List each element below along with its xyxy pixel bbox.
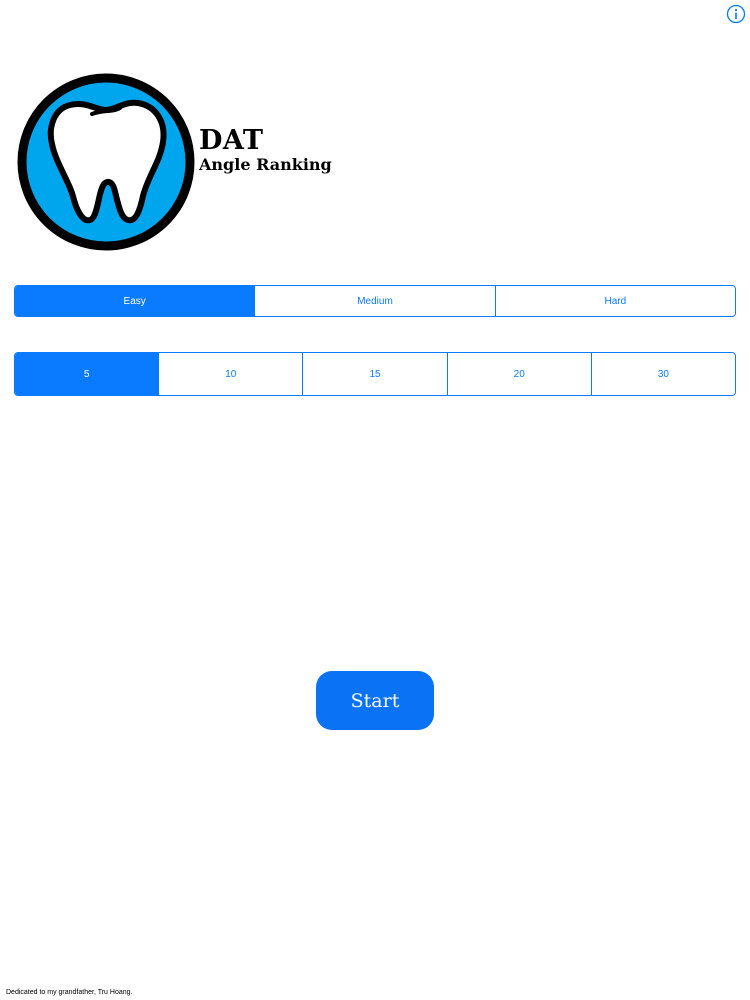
tooth-icon — [17, 73, 195, 251]
dedication-text: Dedicated to my grandfather, Tru Hoang. — [6, 989, 133, 996]
count-option-20[interactable]: 20 — [446, 353, 591, 395]
count-option-10[interactable]: 10 — [158, 353, 303, 395]
app-subtitle: Angle Ranking — [199, 155, 332, 174]
info-icon — [726, 4, 746, 24]
count-option-30[interactable]: 30 — [590, 353, 735, 395]
question-count-selector: 5 10 15 20 30 — [14, 352, 736, 396]
info-button[interactable] — [726, 4, 746, 24]
app-title: DAT — [199, 125, 264, 156]
start-button[interactable]: Start — [316, 671, 434, 730]
difficulty-option-hard[interactable]: Hard — [494, 286, 735, 316]
count-option-5[interactable]: 5 — [15, 353, 159, 395]
difficulty-option-easy[interactable]: Easy — [15, 286, 255, 316]
count-option-15[interactable]: 15 — [302, 353, 447, 395]
difficulty-option-medium[interactable]: Medium — [254, 286, 495, 316]
app-logo — [16, 72, 196, 252]
brand-block: DAT Angle Ranking — [199, 126, 332, 174]
difficulty-selector: Easy Medium Hard — [14, 285, 736, 317]
